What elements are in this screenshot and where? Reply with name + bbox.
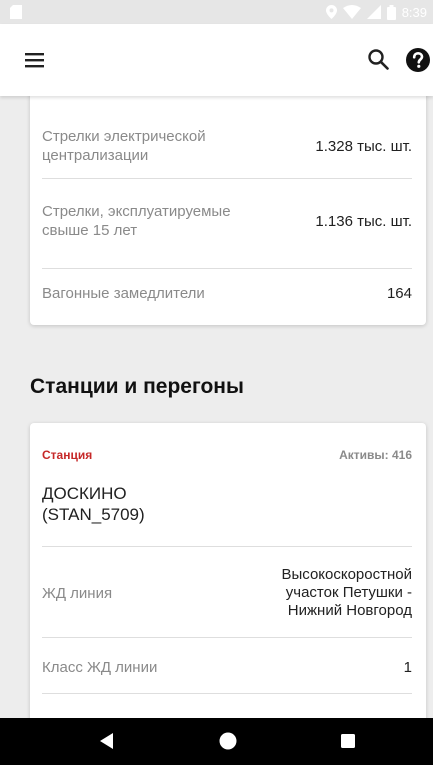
summary-row: Стрелки электрической централизации 1.32…	[42, 124, 412, 168]
row-label: Класс ЖД линии	[42, 658, 158, 676]
hamburger-menu-icon[interactable]	[22, 48, 48, 72]
station-name-line: ДОСКИНО	[42, 484, 127, 503]
home-button-icon[interactable]	[218, 731, 238, 751]
wifi-icon	[342, 5, 361, 19]
row-value: 164	[386, 284, 412, 302]
row-label: Стрелки электрической централизации	[42, 128, 206, 164]
row-value: Высокоскоростной участок Петушки - Нижни…	[281, 566, 412, 619]
row-label: Стрелки, эксплуатируемые свыше 15 лет	[42, 203, 231, 239]
divider	[42, 268, 412, 269]
row-value: 1	[403, 658, 412, 676]
summary-row: Стрелки, эксплуатируемые свыше 15 лет 1.…	[42, 191, 412, 251]
recents-button-icon[interactable]	[339, 731, 357, 751]
summary-row: Вагонные замедлители 164	[42, 279, 412, 307]
row-label: Вагонные замедлители	[42, 284, 205, 302]
status-time: 8:39	[401, 4, 427, 20]
back-button-icon[interactable]	[97, 731, 115, 751]
app-bar	[0, 24, 433, 96]
assets-count: Активы: 416	[339, 448, 412, 462]
system-nav-bar	[0, 718, 433, 765]
infrastructure-summary-card: Стрелки электрической централизации 1.32…	[30, 96, 426, 325]
station-type-label: Станция	[42, 448, 93, 462]
station-code: (STAN_5709)	[42, 505, 145, 524]
station-row: ЖД линия Высокоскоростной участок Петушк…	[42, 563, 412, 623]
divider	[42, 178, 412, 179]
search-icon[interactable]	[366, 47, 390, 71]
scroll-content[interactable]: Стрелки электрической централизации 1.32…	[0, 96, 433, 718]
row-label: ЖД линия	[42, 584, 113, 602]
station-name: ДОСКИНО (STAN_5709)	[42, 483, 145, 525]
station-row: Класс ЖД линии 1	[42, 653, 412, 681]
battery-icon	[386, 4, 396, 20]
help-icon[interactable]	[405, 47, 431, 73]
divider	[42, 637, 412, 638]
cell-signal-icon	[366, 5, 381, 19]
section-title: Станции и перегоны	[30, 375, 244, 398]
divider	[42, 546, 412, 547]
row-value: 1.328 тыс. шт.	[315, 137, 412, 155]
divider	[42, 693, 412, 694]
status-bar: 8:39	[0, 0, 433, 24]
sim-card-icon	[10, 5, 22, 19]
location-icon	[325, 5, 337, 19]
station-card[interactable]: Станция Активы: 416 ДОСКИНО (STAN_5709) …	[30, 423, 426, 718]
row-value: 1.136 тыс. шт.	[315, 212, 412, 230]
